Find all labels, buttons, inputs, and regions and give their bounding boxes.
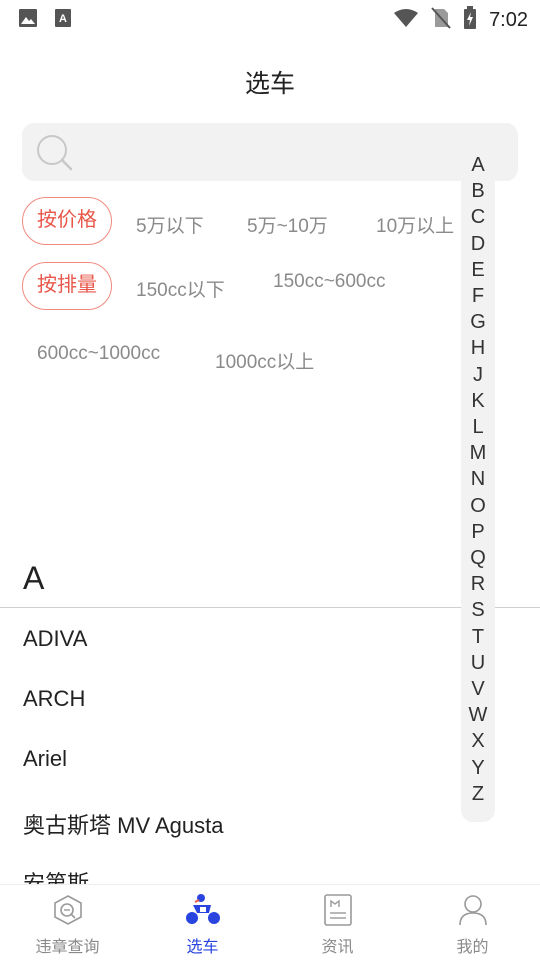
brand-item-ariel[interactable]: Ariel: [23, 746, 67, 772]
index-letter-l[interactable]: L: [461, 416, 495, 439]
section-header-a: A: [23, 560, 45, 596]
index-letter-h[interactable]: H: [461, 337, 495, 360]
battery-charging-icon: [463, 6, 477, 35]
search-input[interactable]: [22, 123, 518, 181]
tab-select-car[interactable]: 选车: [135, 885, 270, 960]
price-chip-5w-10w[interactable]: 5万~10万: [247, 211, 328, 238]
search-icon: [36, 134, 74, 177]
index-letter-t[interactable]: T: [461, 626, 495, 649]
index-letter-w[interactable]: W: [461, 704, 495, 727]
cc-chip-600-1000[interactable]: 600cc~1000cc: [37, 343, 160, 365]
brand-item-mv-agusta[interactable]: 奥古斯塔 MV Agusta: [23, 808, 224, 840]
index-letter-x[interactable]: X: [461, 730, 495, 753]
violation-search-icon: [51, 893, 85, 932]
index-letter-q[interactable]: Q: [461, 547, 495, 570]
section-divider: [0, 607, 540, 608]
filter-by-price-button[interactable]: 按价格: [22, 197, 112, 245]
index-letter-k[interactable]: K: [461, 390, 495, 413]
tab-label-profile: 我的: [456, 939, 489, 956]
brand-item-arch[interactable]: ARCH: [23, 686, 85, 712]
price-chip-over-10w[interactable]: 10万以上: [376, 211, 454, 238]
cc-chip-150-600[interactable]: 150cc~600cc: [273, 271, 386, 293]
index-letter-y[interactable]: Y: [461, 757, 495, 780]
image-icon: [18, 8, 38, 33]
price-chip-under-5w[interactable]: 5万以下: [136, 211, 204, 238]
index-letter-m[interactable]: M: [461, 442, 495, 465]
cc-chip-over-1000[interactable]: 1000cc以上: [215, 347, 314, 374]
index-letter-e[interactable]: E: [461, 259, 495, 282]
index-letter-u[interactable]: U: [461, 652, 495, 675]
status-bar: A 7:02: [0, 0, 540, 36]
brand-item-adiva[interactable]: ADIVA: [23, 626, 87, 652]
index-letter-p[interactable]: P: [461, 521, 495, 544]
index-letter-s[interactable]: S: [461, 599, 495, 622]
a-notification-icon: A: [54, 8, 72, 33]
motorcycle-icon: [185, 893, 221, 932]
alphabet-index-bar[interactable]: ABCDEFGHJKLMNOPQRSTUVWXYZ: [461, 150, 495, 822]
tab-news[interactable]: 资讯: [270, 885, 405, 960]
no-sim-icon: [431, 7, 451, 34]
wifi-icon: [393, 8, 419, 33]
profile-icon: [457, 893, 489, 932]
page-title: 选车: [244, 70, 295, 98]
index-letter-n[interactable]: N: [461, 468, 495, 491]
index-letter-v[interactable]: V: [461, 678, 495, 701]
news-icon: [322, 893, 354, 932]
tab-label-news: 资讯: [321, 939, 354, 956]
index-letter-j[interactable]: J: [461, 364, 495, 387]
filter-by-displacement-button[interactable]: 按排量: [22, 262, 112, 310]
index-letter-r[interactable]: R: [461, 573, 495, 596]
index-letter-d[interactable]: D: [461, 233, 495, 256]
index-letter-b[interactable]: B: [461, 180, 495, 203]
index-letter-g[interactable]: G: [461, 311, 495, 334]
tab-label-violation: 违章查询: [35, 939, 100, 956]
status-time: 7:02: [489, 9, 528, 31]
index-letter-a[interactable]: A: [461, 154, 495, 177]
index-letter-f[interactable]: F: [461, 285, 495, 308]
tab-label-select-car: 选车: [186, 939, 219, 956]
cc-chip-under-150[interactable]: 150cc以下: [136, 275, 225, 302]
tab-profile[interactable]: 我的: [405, 885, 540, 960]
tab-violation-search[interactable]: 违章查询: [0, 885, 135, 960]
index-letter-o[interactable]: O: [461, 495, 495, 518]
index-letter-z[interactable]: Z: [461, 783, 495, 806]
index-letter-c[interactable]: C: [461, 206, 495, 229]
svg-text:A: A: [59, 13, 67, 25]
bottom-tab-bar: 违章查询 选车 资讯 我的: [0, 884, 540, 960]
